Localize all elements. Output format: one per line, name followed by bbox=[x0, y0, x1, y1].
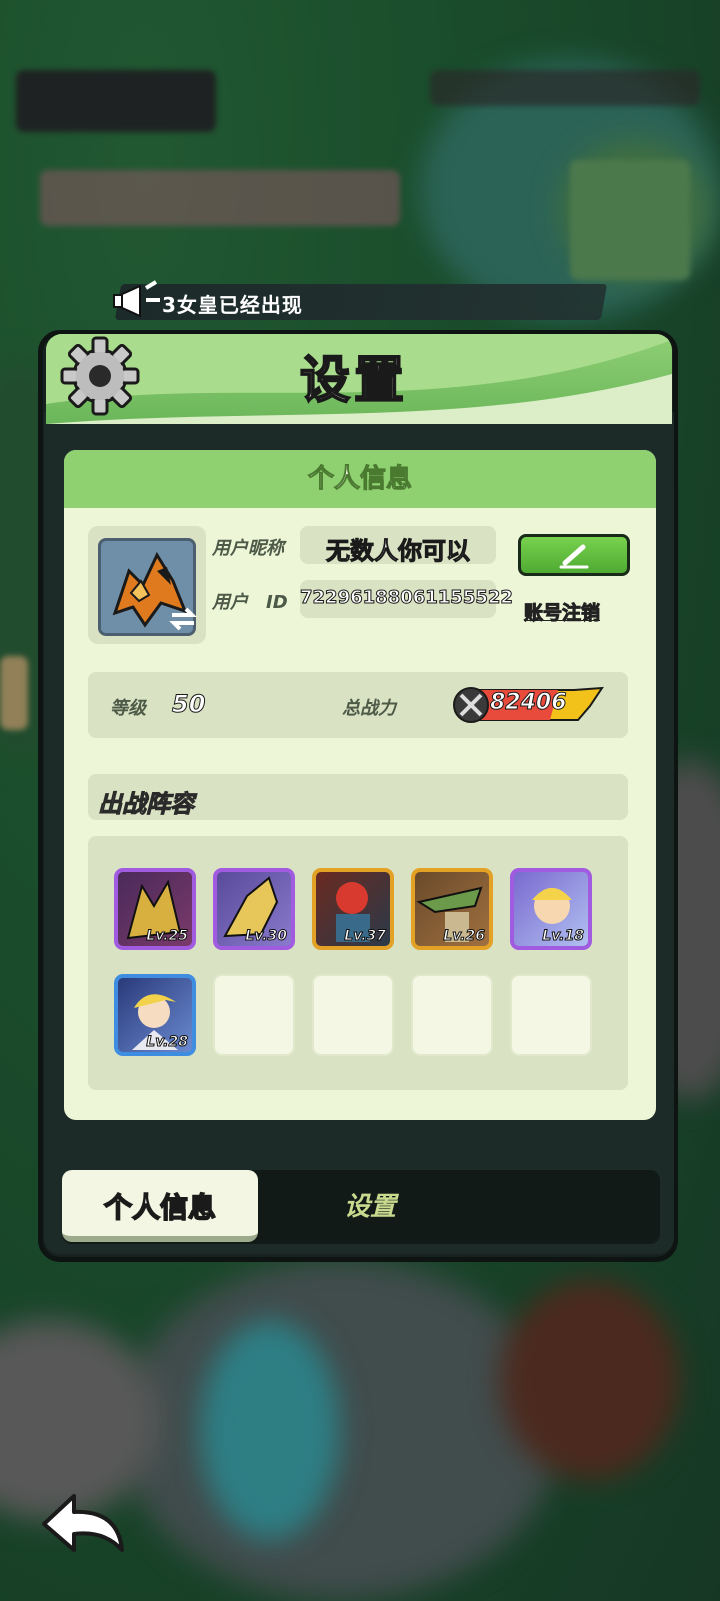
swap-icon[interactable] bbox=[168, 606, 198, 632]
tab-profile-label: 个人信息 bbox=[103, 1190, 217, 1225]
announcement-text: 3女皇已经出现 bbox=[162, 293, 303, 317]
gear-icon bbox=[60, 336, 140, 416]
hero-slot-empty[interactable] bbox=[312, 974, 394, 1056]
pencil-icon bbox=[559, 544, 589, 569]
hero-level: Lv.30 bbox=[245, 928, 288, 945]
hero-slot-4[interactable]: Lv.26 bbox=[411, 868, 493, 950]
cancel-account-link[interactable]: 账号注销 bbox=[523, 598, 600, 625]
hero-level: Lv.18 bbox=[542, 928, 585, 945]
tab-profile[interactable]: 个人信息 bbox=[62, 1170, 258, 1242]
hero-slot-empty[interactable] bbox=[510, 974, 592, 1056]
panel-title: 设置 bbox=[299, 350, 408, 410]
megaphone-icon bbox=[113, 280, 160, 318]
hero-slot-5[interactable]: Lv.18 bbox=[510, 868, 592, 950]
power-value: 82406 bbox=[490, 690, 568, 716]
hero-slot-empty[interactable] bbox=[411, 974, 493, 1056]
level-value: 50 bbox=[171, 690, 206, 719]
lineup-title: 出战阵容 bbox=[98, 790, 195, 819]
hero-level: Lv.25 bbox=[146, 928, 189, 945]
hero-slot-empty[interactable] bbox=[213, 974, 295, 1056]
back-arrow-icon[interactable] bbox=[38, 1488, 130, 1560]
nickname-value: 无数人你可以 bbox=[326, 537, 471, 566]
level-label: 等级 bbox=[110, 698, 146, 719]
hero-level: Lv.28 bbox=[146, 1034, 189, 1051]
tab-settings[interactable]: 设置 bbox=[300, 1186, 440, 1223]
profile-card-title: 个人信息 bbox=[307, 464, 412, 495]
crossed-swords-icon bbox=[453, 687, 489, 723]
nickname-label: 用户昵称 bbox=[212, 538, 284, 559]
hero-level: Lv.26 bbox=[443, 928, 486, 945]
hero-slot-6[interactable]: Lv.28 bbox=[114, 974, 196, 1056]
edit-nickname-button[interactable] bbox=[518, 534, 630, 576]
hero-slot-1[interactable]: Lv.25 bbox=[114, 868, 196, 950]
hero-level: Lv.37 bbox=[344, 928, 387, 945]
power-label: 总战力 bbox=[342, 698, 396, 719]
user-id-value: 72296188061155522 bbox=[300, 587, 514, 609]
user-id-label: 用户 ID bbox=[212, 592, 288, 613]
hero-slot-3[interactable]: Lv.37 bbox=[312, 868, 394, 950]
hero-slot-2[interactable]: Lv.30 bbox=[213, 868, 295, 950]
